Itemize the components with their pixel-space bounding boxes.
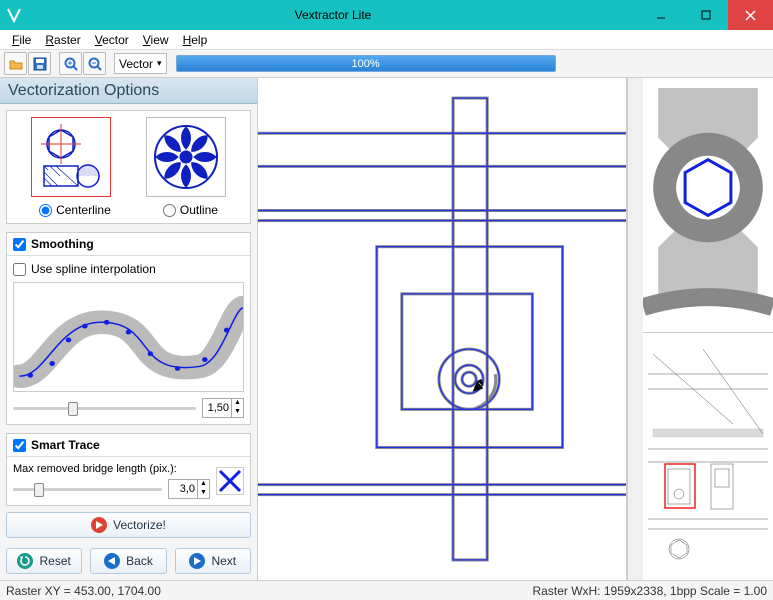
main-canvas[interactable]: [258, 78, 627, 580]
spin-down-icon[interactable]: ▼: [197, 489, 209, 498]
bridge-value[interactable]: [169, 483, 197, 495]
status-left: Raster XY = 453.00, 1704.00: [6, 584, 161, 598]
spin-up-icon[interactable]: ▲: [231, 399, 243, 408]
spline-checkbox[interactable]: Use spline interpolation: [13, 262, 244, 276]
status-right: Raster WxH: 1959x2338, 1bpp Scale = 1.00: [533, 584, 767, 598]
navigator-preview[interactable]: [643, 333, 773, 580]
vectorize-button[interactable]: Vectorize!: [6, 512, 251, 538]
centerline-radio[interactable]: Centerline: [39, 203, 111, 217]
window-title: Vextractor Lite: [28, 8, 638, 22]
next-button[interactable]: Next: [175, 548, 251, 574]
canvas-scrollbar-vertical[interactable]: [627, 78, 643, 580]
app-icon: [0, 7, 28, 23]
smoothing-checkbox[interactable]: [13, 238, 26, 251]
progress-bar: 100%: [176, 55, 556, 72]
wizard-buttons: Vectorize! Reset Back: [0, 506, 257, 580]
bridge-label: Max removed bridge length (pix.):: [13, 463, 210, 475]
menubar: File Raster Vector View Help: [0, 30, 773, 50]
smoothing-group: Smoothing Use spline interpolation: [6, 232, 251, 425]
mode-select[interactable]: Vector ▾: [114, 53, 167, 74]
save-button[interactable]: [28, 52, 51, 75]
options-panel: Vectorization Options: [0, 78, 258, 580]
outline-thumb[interactable]: [146, 117, 226, 197]
play-icon: [91, 517, 107, 533]
outline-radio[interactable]: Outline: [163, 203, 218, 217]
smoothing-slider[interactable]: [13, 399, 196, 417]
arrow-left-icon: [104, 553, 120, 569]
open-button[interactable]: [4, 52, 27, 75]
reset-icon: [17, 553, 33, 569]
menu-raster[interactable]: Raster: [39, 32, 86, 48]
reset-button[interactable]: Reset: [6, 548, 82, 574]
menu-vector[interactable]: Vector: [89, 32, 135, 48]
toolbar: Vector ▾ 100%: [0, 50, 773, 78]
smoothing-spinner[interactable]: ▲▼: [202, 398, 244, 418]
arrow-right-icon: [189, 553, 205, 569]
zoom-preview[interactable]: [643, 78, 773, 333]
smart-trace-group: Smart Trace Max removed bridge length (p…: [6, 433, 251, 506]
spin-down-icon[interactable]: ▼: [231, 408, 243, 417]
panel-title: Vectorization Options: [0, 78, 257, 104]
centerline-thumb[interactable]: [31, 117, 111, 197]
menu-file[interactable]: File: [6, 32, 37, 48]
back-button[interactable]: Back: [90, 548, 166, 574]
status-bar: Raster XY = 453.00, 1704.00 Raster WxH: …: [0, 580, 773, 600]
bridge-slider[interactable]: [13, 480, 162, 498]
smart-trace-checkbox[interactable]: [13, 439, 26, 452]
zoom-out-button[interactable]: [83, 52, 106, 75]
menu-help[interactable]: Help: [177, 32, 214, 48]
menu-view[interactable]: View: [137, 32, 175, 48]
chevron-down-icon: ▾: [157, 58, 162, 69]
mode-select-value: Vector: [119, 57, 153, 71]
close-button[interactable]: [728, 0, 773, 30]
maximize-button[interactable]: [683, 0, 728, 30]
smoothing-preview: [13, 282, 244, 392]
smoothing-value[interactable]: [203, 402, 231, 414]
spin-up-icon[interactable]: ▲: [197, 480, 209, 489]
smoothing-title: Smoothing: [31, 237, 94, 251]
bridge-preview-icon: [216, 467, 244, 495]
zoom-in-button[interactable]: [59, 52, 82, 75]
progress-pct: 100%: [351, 58, 379, 70]
mode-box: Centerline Outline: [6, 110, 251, 224]
minimize-button[interactable]: [638, 0, 683, 30]
titlebar: Vextractor Lite: [0, 0, 773, 30]
smart-trace-title: Smart Trace: [31, 438, 100, 452]
bridge-spinner[interactable]: ▲▼: [168, 479, 210, 499]
